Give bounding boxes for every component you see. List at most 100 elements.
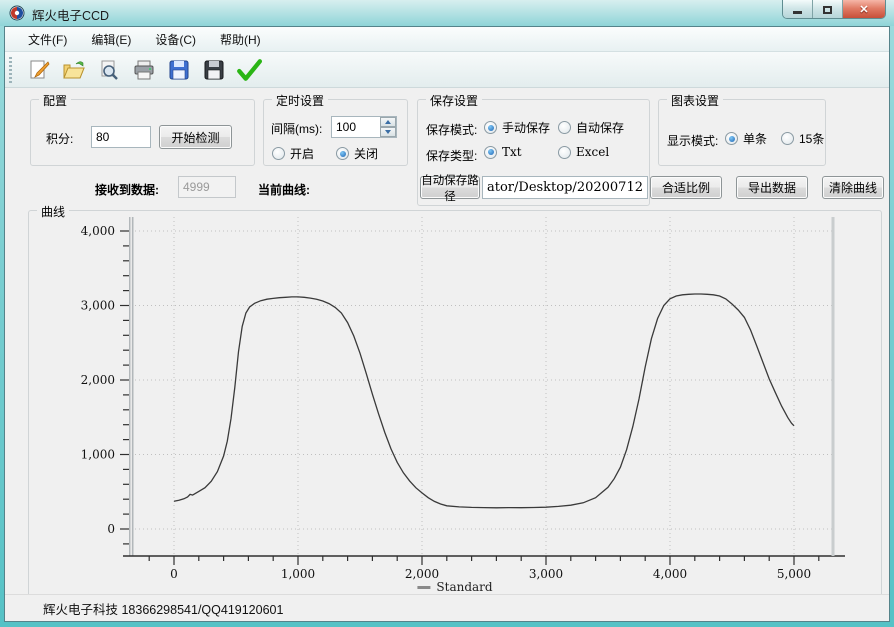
toolbar — [5, 52, 889, 88]
config-group-title: 配置 — [39, 92, 71, 109]
x-tick-label: 0 — [170, 567, 178, 581]
save-group: 保存设置 保存模式: 手动保存 自动保存 保存类型: Txt Excel 自动保… — [417, 99, 650, 206]
x-tick-label: 3,000 — [529, 567, 563, 581]
menu-file[interactable]: 文件(F) — [17, 27, 78, 52]
status-bar: 辉火电子科技 18366298541/QQ419120601 — [5, 594, 889, 621]
window-title: 辉火电子CCD — [32, 5, 109, 24]
printer-icon — [132, 58, 156, 82]
new-document-icon — [27, 58, 51, 82]
txt-type-label: Txt — [502, 145, 522, 159]
title-bar[interactable]: 辉火电子CCD ✕ — [0, 0, 894, 26]
app-icon — [9, 5, 25, 21]
fit-scale-button[interactable]: 合适比例 — [650, 176, 722, 199]
menu-device[interactable]: 设备(C) — [144, 27, 207, 52]
minimize-icon — [793, 11, 802, 14]
excel-type-radio[interactable]: Excel — [558, 145, 609, 159]
single-curve-label: 单条 — [743, 130, 767, 147]
confirm-button[interactable] — [235, 56, 263, 84]
radio-circle — [558, 121, 571, 134]
manual-save-radio[interactable]: 手动保存 — [484, 119, 550, 136]
legend-series-name: Standard — [436, 580, 492, 594]
excel-type-label: Excel — [576, 145, 609, 159]
curve-chart-group: 曲线 01,0002,0003,0004,00001,0002,0003,000… — [28, 210, 882, 598]
print-preview-icon — [97, 58, 121, 82]
chart-legend: Standard — [417, 580, 492, 594]
close-button[interactable]: ✕ — [843, 0, 885, 19]
save-floppy-icon — [167, 58, 191, 82]
radio-circle — [484, 121, 497, 134]
save-as-button[interactable] — [200, 56, 228, 84]
current-curve-label: 当前曲线: — [258, 181, 310, 198]
auto-save-radio[interactable]: 自动保存 — [558, 119, 624, 136]
txt-type-radio[interactable]: Txt — [484, 145, 522, 159]
interval-spinner — [380, 117, 396, 137]
save-as-floppy-icon — [202, 58, 226, 82]
print-button[interactable] — [130, 56, 158, 84]
y-tick-label: 0 — [107, 522, 115, 536]
y-tick-label: 4,000 — [81, 224, 115, 238]
received-data-value — [178, 176, 236, 198]
radio-circle — [725, 132, 738, 145]
new-document-button[interactable] — [25, 56, 53, 84]
x-tick-label: 2,000 — [405, 567, 439, 581]
check-icon — [236, 57, 262, 83]
open-file-button[interactable] — [60, 56, 88, 84]
timer-on-label: 开启 — [290, 145, 314, 162]
integral-input[interactable] — [91, 126, 151, 148]
manual-save-label: 手动保存 — [502, 119, 550, 136]
axis-ticks — [120, 231, 819, 565]
chart-settings-group: 图表设置 显示模式: 单条 15条 — [658, 99, 826, 166]
save-button[interactable] — [165, 56, 193, 84]
clear-curve-button[interactable]: 清除曲线 — [822, 176, 884, 199]
spinner-down-button[interactable] — [380, 127, 396, 137]
multi-curve-radio[interactable]: 15条 — [781, 130, 824, 147]
start-detect-button[interactable]: 开始检测 — [159, 125, 232, 149]
close-icon: ✕ — [859, 3, 868, 16]
auto-save-label: 自动保存 — [576, 119, 624, 136]
arrow-up-icon — [385, 120, 391, 124]
status-text: 辉火电子科技 18366298541/QQ419120601 — [43, 599, 283, 618]
interval-label: 间隔(ms): — [271, 120, 322, 137]
y-tick-label: 3,000 — [81, 299, 115, 313]
arrow-down-icon — [385, 130, 391, 134]
x-tick-label: 1,000 — [281, 567, 315, 581]
maximize-icon — [823, 6, 832, 14]
y-tick-label: 2,000 — [81, 373, 115, 387]
auto-save-path-button[interactable]: 自动保存路径 — [420, 176, 480, 199]
x-tick-label: 4,000 — [653, 567, 687, 581]
y-tick-label: 1,000 — [81, 448, 115, 462]
save-type-label: 保存类型: — [426, 147, 477, 164]
timer-group-title: 定时设置 — [272, 92, 328, 109]
menu-edit[interactable]: 编辑(E) — [80, 27, 142, 52]
x-tick-label: 5,000 — [777, 567, 811, 581]
timer-on-radio[interactable]: 开启 — [272, 145, 314, 162]
received-data-label: 接收到数据: — [95, 181, 159, 198]
legend-dash-icon — [417, 586, 430, 589]
gridlines — [135, 217, 833, 555]
radio-circle — [272, 147, 285, 160]
multi-curve-label: 15条 — [799, 130, 824, 147]
auto-save-path-input[interactable] — [482, 176, 648, 199]
minimize-button[interactable] — [783, 0, 813, 19]
timer-off-label: 关闭 — [354, 145, 378, 162]
config-group: 配置 积分: 开始检测 — [30, 99, 255, 166]
toolbar-gripper[interactable] — [9, 57, 12, 83]
save-group-title: 保存设置 — [426, 92, 482, 109]
timer-group: 定时设置 间隔(ms): 开启 关闭 — [263, 99, 408, 166]
radio-circle — [484, 146, 497, 159]
single-curve-radio[interactable]: 单条 — [725, 130, 767, 147]
radio-circle — [558, 146, 571, 159]
radio-circle — [336, 147, 349, 160]
chart-settings-title: 图表设置 — [667, 92, 723, 109]
menu-help[interactable]: 帮助(H) — [209, 27, 272, 52]
timer-off-radio[interactable]: 关闭 — [336, 145, 378, 162]
series-curve-standard — [174, 294, 794, 508]
export-data-button[interactable]: 导出数据 — [736, 176, 808, 199]
maximize-button[interactable] — [813, 0, 843, 19]
curve-chart-svg[interactable]: 0 1,000 2,000 3,000 4,000 0 1,000 2,000 3,000 4,0… — [29, 211, 881, 597]
application-window: 辉火电子CCD ✕ 文件(F) 编辑(E) 设备(C) 帮助(H) — [0, 0, 894, 627]
axis-tick-labels: 0 1,000 2,000 3,000 4,000 0 1,000 2,000 3,000 4,0… — [81, 224, 812, 581]
spinner-up-button[interactable] — [380, 117, 396, 127]
print-preview-button[interactable] — [95, 56, 123, 84]
menu-bar: 文件(F) 编辑(E) 设备(C) 帮助(H) — [5, 27, 889, 52]
